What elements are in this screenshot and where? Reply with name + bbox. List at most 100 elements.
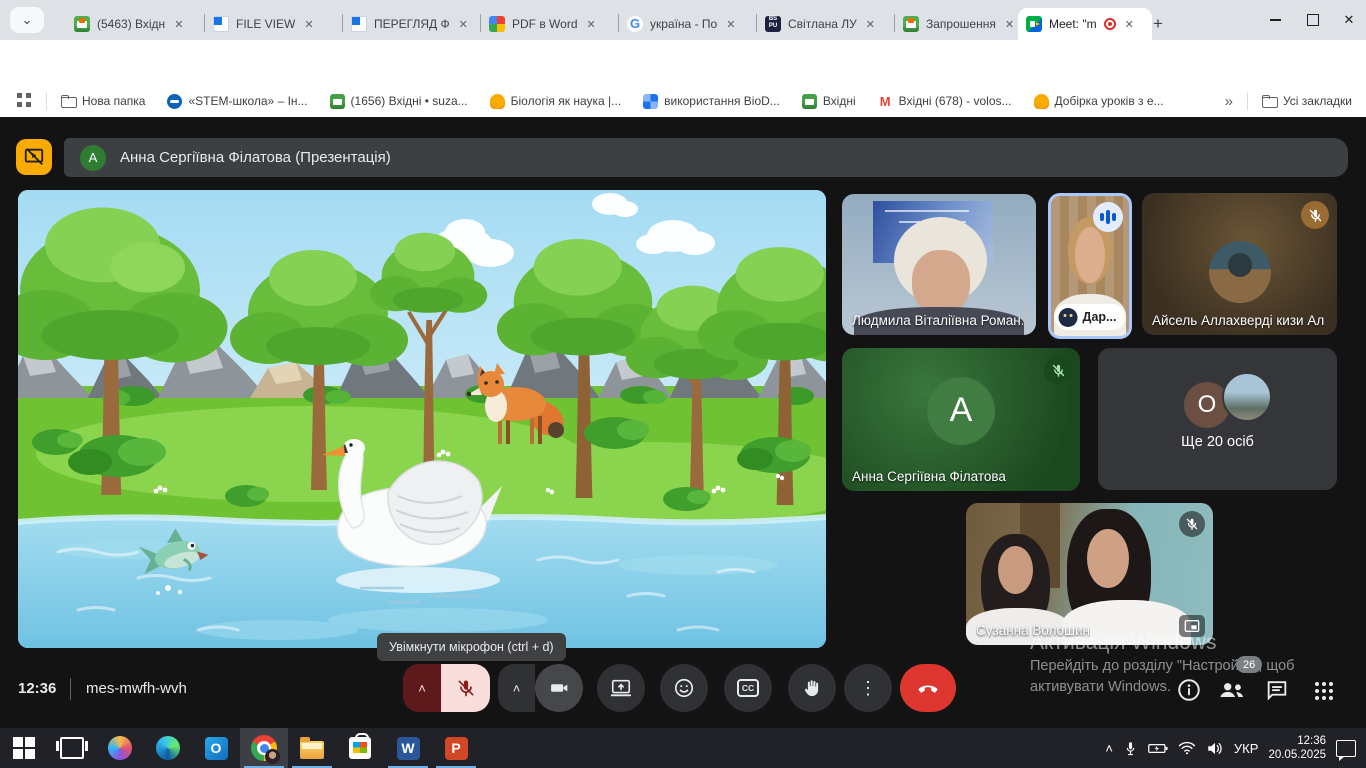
close-icon[interactable]: ✕ bbox=[866, 18, 875, 31]
close-icon[interactable]: ✕ bbox=[459, 18, 468, 31]
more-people-label: Ще 20 осіб bbox=[1098, 434, 1337, 450]
start-button[interactable] bbox=[0, 728, 48, 768]
bookmark-lessons[interactable]: Добірка уроків з е... bbox=[1034, 94, 1164, 109]
bookmark-biod[interactable]: використання BioD... bbox=[643, 94, 780, 109]
tray-volume-icon[interactable] bbox=[1206, 741, 1224, 756]
tab-view-file[interactable]: ПЕРЕГЛЯД Ф ✕ bbox=[343, 8, 495, 40]
camera-options-chevron[interactable]: ˄ bbox=[498, 664, 535, 712]
presentation-warning-badge[interactable] bbox=[16, 139, 52, 175]
meeting-code: mes-mwfh-wvh bbox=[86, 680, 187, 697]
tab-inbox-5463[interactable]: (5463) Вхідн ✕ bbox=[66, 8, 219, 40]
mail-icon bbox=[74, 16, 90, 32]
system-tray: ˄ УКР 12:36 20.05.2025 bbox=[1105, 728, 1366, 768]
close-icon[interactable]: ✕ bbox=[1125, 18, 1134, 31]
camera-button-group[interactable]: ˄ bbox=[498, 664, 583, 712]
mic-off-icon bbox=[1051, 363, 1066, 378]
muted-badge bbox=[1301, 201, 1329, 229]
window-minimize-button[interactable] bbox=[1260, 11, 1290, 29]
folder-icon bbox=[61, 94, 76, 109]
bookmarks-overflow-button[interactable]: » bbox=[1225, 93, 1233, 110]
window-close-button[interactable]: ✕ bbox=[1334, 11, 1364, 29]
tab-pdf-word[interactable]: PDF в Word ✕ bbox=[481, 8, 633, 40]
mic-toggle-button[interactable] bbox=[441, 664, 490, 712]
close-icon[interactable]: ✕ bbox=[726, 18, 735, 31]
all-bookmarks-label: Усі закладки bbox=[1283, 94, 1352, 108]
outlook-button[interactable]: O bbox=[192, 728, 240, 768]
chrome-button-active[interactable] bbox=[240, 728, 288, 768]
powerpoint-button[interactable]: P bbox=[432, 728, 480, 768]
tab-search-button[interactable]: ⌄ bbox=[10, 7, 44, 33]
presenter-avatar: A bbox=[80, 145, 106, 171]
bookmark-biology[interactable]: Біологія як наука |... bbox=[490, 94, 622, 109]
mic-options-chevron[interactable]: ˄ bbox=[403, 664, 441, 712]
close-icon[interactable]: ✕ bbox=[174, 18, 183, 31]
apps-grid-button[interactable] bbox=[16, 92, 32, 111]
tab-invitation[interactable]: Запрошення ✕ bbox=[895, 8, 1029, 40]
tray-clock[interactable]: 12:36 20.05.2025 bbox=[1268, 734, 1326, 762]
edge-icon bbox=[156, 736, 180, 760]
participant-name: Дар... bbox=[1083, 310, 1117, 324]
pip-button[interactable] bbox=[1179, 615, 1205, 637]
bookmark-stem-school[interactable]: «STEM-школа» – Ін... bbox=[167, 94, 307, 109]
captions-button[interactable]: CC bbox=[724, 664, 772, 712]
participant-tile-daria-speaking[interactable]: Дар... bbox=[1048, 193, 1132, 339]
tab-title: Meet: "m bbox=[1049, 17, 1097, 31]
end-call-button[interactable] bbox=[900, 664, 956, 712]
close-icon[interactable]: ✕ bbox=[1005, 18, 1014, 31]
bookmark-inbox[interactable]: Вхідні bbox=[802, 94, 856, 109]
bookmark-gmail-678[interactable]: MВхідні (678) - volos... bbox=[878, 94, 1012, 109]
bookmark-label: Біологія як наука |... bbox=[511, 94, 622, 108]
all-bookmarks-button[interactable]: Усі закладки bbox=[1262, 94, 1352, 109]
edge-button[interactable] bbox=[144, 728, 192, 768]
overflow-tile-more-people[interactable]: O Ще 20 осіб bbox=[1098, 348, 1337, 490]
task-view-button[interactable] bbox=[48, 728, 96, 768]
word-button[interactable]: W bbox=[384, 728, 432, 768]
reactions-button[interactable] bbox=[660, 664, 708, 712]
presentation-stage[interactable] bbox=[18, 190, 826, 648]
meeting-details-button[interactable] bbox=[1176, 677, 1202, 708]
participant-tile-anna[interactable]: A Анна Сергіївна Філатова bbox=[842, 348, 1080, 491]
folder-icon bbox=[1262, 94, 1277, 109]
ms-store-button[interactable] bbox=[336, 728, 384, 768]
copilot-button[interactable] bbox=[96, 728, 144, 768]
tab-meet-active[interactable]: Meet: "m ✕ bbox=[1018, 8, 1152, 40]
tray-time: 12:36 bbox=[1297, 735, 1326, 747]
participant-tile-lyudmyla[interactable]: Людмила Віталіївна Роман... bbox=[842, 194, 1036, 335]
mic-off-icon bbox=[1185, 517, 1199, 531]
tray-wifi-icon[interactable] bbox=[1178, 741, 1196, 755]
window-maximize-button[interactable] bbox=[1298, 11, 1328, 29]
present-button[interactable] bbox=[597, 664, 645, 712]
close-icon[interactable]: ✕ bbox=[587, 18, 596, 31]
windows-taskbar: O W P ˄ УКР 12:36 bbox=[0, 728, 1366, 768]
bookmark-new-folder[interactable]: Нова папка bbox=[61, 94, 145, 109]
mic-button-group[interactable]: ˄ bbox=[403, 664, 490, 712]
new-tab-button[interactable]: + bbox=[1145, 8, 1181, 40]
muted-badge bbox=[1044, 356, 1072, 384]
chat-button[interactable] bbox=[1264, 678, 1290, 708]
more-options-button[interactable]: ⋮ bbox=[844, 664, 892, 712]
tab-svitlana[interactable]: BS PU Світлана ЛУ ✕ bbox=[757, 8, 909, 40]
gmail-icon: M bbox=[878, 94, 893, 109]
participant-tile-aysel[interactable]: Айсель Аллахверді кизи Ал... bbox=[1142, 193, 1337, 335]
forest-scene-illustration bbox=[18, 190, 826, 648]
notification-center-button[interactable] bbox=[1336, 740, 1356, 757]
tab-title: Світлана ЛУ bbox=[788, 17, 857, 31]
bookmark-inbox-1656[interactable]: (1656) Вхідні • suza... bbox=[330, 94, 468, 109]
tab-file-view[interactable]: FILE VIEW ✕ bbox=[205, 8, 357, 40]
activities-button[interactable] bbox=[1312, 679, 1336, 708]
tab-google-search[interactable]: G україна - По ✕ bbox=[619, 8, 771, 40]
bookmark-label: Добірка уроків з е... bbox=[1055, 94, 1164, 108]
powerpoint-icon: P bbox=[445, 737, 468, 760]
participant-tile-suzanna[interactable]: Сузанна Волошин bbox=[966, 503, 1213, 645]
close-icon[interactable]: ✕ bbox=[304, 18, 313, 31]
tray-mic-icon[interactable] bbox=[1123, 740, 1138, 757]
participants-button[interactable] bbox=[1218, 677, 1246, 708]
camera-toggle-button[interactable] bbox=[535, 664, 583, 712]
raise-hand-button[interactable] bbox=[788, 664, 836, 712]
document-icon bbox=[213, 16, 229, 32]
language-indicator[interactable]: УКР bbox=[1234, 741, 1259, 756]
avatar bbox=[1209, 241, 1271, 303]
tray-battery-icon[interactable] bbox=[1148, 742, 1168, 755]
tray-expand-button[interactable]: ˄ bbox=[1105, 741, 1113, 756]
file-explorer-button[interactable] bbox=[288, 728, 336, 768]
